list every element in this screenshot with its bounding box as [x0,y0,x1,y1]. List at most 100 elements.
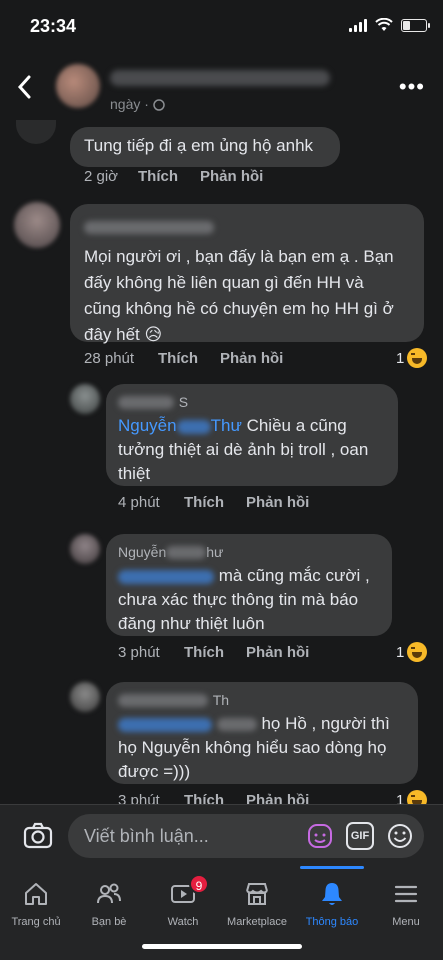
reaction-count[interactable]: 1 [396,790,428,805]
comment-line: chưa xác thực thông tin mà báo [118,590,359,609]
mention-redacted[interactable] [118,717,212,732]
reply-button[interactable]: Phản hồi [246,792,309,804]
commenter-avatar[interactable] [70,682,100,712]
tab-friends[interactable]: Bạn bè [73,866,145,936]
tab-label: Thông báo [305,916,359,928]
commenter-name-redacted[interactable] [84,221,214,235]
comment-time: 2 giờ [84,168,119,185]
post-time-text: ngày · [110,96,149,112]
comment-line: đấy không hề liên quan gì đến HH và [84,273,364,292]
haha-reaction-icon [407,642,428,662]
commenter-name-tail: Th [212,692,230,708]
battery-level [403,20,410,30]
commenter-avatar[interactable] [14,202,60,248]
reply-comment: Nguyễn hư mà cũng mắc cười , chưa xác thự… [0,532,443,668]
like-button[interactable]: Thích [138,168,200,185]
comment-composer: Viết bình luận... GIF [0,804,443,866]
gif-button[interactable]: GIF [346,822,374,850]
tab-label: Marketplace [227,916,287,928]
back-button[interactable] [16,74,42,104]
comments-list: Tung tiếp đi ạ em ủng hộ anhk 2 giờ Thíc… [0,120,443,804]
comment-line: Mọi người ơi , bạn đấy là bạn em ạ . Bạn [84,247,394,266]
menu-icon [394,885,418,903]
comment-time: 28 phút [84,350,135,367]
comment-actions: 2 giờ Thích Phản hồi [84,168,263,185]
comment: Tung tiếp đi ạ em ủng hộ anhk 2 giờ Thíc… [0,120,443,190]
comment-bubble: Tung tiếp đi ạ em ủng hộ anhk [70,127,340,167]
reply-comment: Th họ Hồ , người thì họ Nguyễn không hiể… [0,680,443,804]
bell-icon [322,883,342,905]
haha-reaction-icon [407,790,428,804]
like-button[interactable]: Thích [184,644,246,661]
avatar-sticker-icon[interactable] [306,822,334,850]
comment-line: tưởng thiệt ai dè ảnh bị troll , oan [118,440,369,459]
reply-button[interactable]: Phản hồi [246,494,309,511]
mention-redacted[interactable] [118,569,214,584]
comment-input[interactable]: Viết bình luận... GIF [68,814,424,858]
tab-notifications[interactable]: Thông báo [296,866,368,936]
reaction-count[interactable]: 1 [396,642,428,662]
reaction-count-number: 1 [396,791,405,805]
comment-text: họ Hồ , người thì [261,714,390,733]
comment-line: đăng như thiệt luôn [118,614,265,633]
comment-bubble: Mọi người ơi , bạn đấy là bạn em ạ . Bạn… [70,204,424,344]
tab-label: Bạn bè [91,916,127,928]
wifi-icon [375,18,393,31]
reply-button[interactable]: Phản hồi [246,644,309,661]
cellular-signal-icon [349,18,367,32]
emoji-icon[interactable] [386,822,414,850]
commenter-name-visible: Nguyễn [118,544,167,560]
text-redacted [216,718,257,732]
tab-home[interactable]: Trang chủ [0,866,72,936]
status-bar: 23:34 [0,0,443,52]
reply-button[interactable]: Phản hồi [220,350,283,367]
comment-bubble: S Nguyễn Thư Chiều a cũng tưởng thiệt ai … [106,384,398,486]
comment-time: 3 phút [118,792,160,804]
globe-icon [153,99,165,112]
comment: Mọi người ơi , bạn đấy là bạn em ạ . Bạn… [0,202,443,372]
mention-link[interactable]: Nguyễn [118,416,177,435]
commenter-avatar[interactable] [70,534,100,564]
commenter-avatar[interactable] [70,384,100,414]
like-button[interactable]: Thích [158,350,220,367]
home-icon [25,883,47,905]
like-button[interactable]: Thích [184,494,246,511]
comment-time: 3 phút [118,644,160,661]
reaction-count-number: 1 [396,349,405,367]
comment-input-placeholder: Viết bình luận... [84,826,209,846]
status-icons [349,18,430,32]
comment-text: mà cũng mắc cười , [218,566,370,585]
mention-link[interactable]: Thư [211,416,242,435]
comment-time: 4 phút [118,494,160,511]
comment-bubble: Th họ Hồ , người thì họ Nguyễn không hiể… [106,682,418,784]
friends-icon [97,883,121,904]
tab-watch[interactable]: 9 Watch [147,866,219,936]
comment-actions: 4 phút Thích Phản hồi [118,494,309,511]
commenter-name-redacted[interactable] [118,694,208,708]
commenter-name-redacted[interactable] [166,546,207,560]
home-indicator [142,944,302,949]
reply-comment: S Nguyễn Thư Chiều a cũng tưởng thiệt ai … [0,382,443,518]
tab-marketplace[interactable]: Marketplace [221,866,293,936]
more-options-button[interactable]: ••• [399,74,425,100]
like-button[interactable]: Thích [184,792,246,804]
chevron-left-icon [17,75,31,99]
commenter-name-redacted[interactable] [118,396,174,410]
author-name-redacted[interactable] [110,70,330,86]
haha-reaction-icon [407,348,428,368]
tab-menu[interactable]: Menu [370,866,442,936]
comment-line: đây hết 😥 [84,325,163,344]
reply-button[interactable]: Phản hồi [200,168,263,185]
comment-line: họ Nguyễn không hiểu sao dòng họ [118,738,387,757]
tab-label: Menu [392,916,420,928]
comment-actions: 28 phút Thích Phản hồi [84,350,283,367]
post-header: ngày · ••• [0,56,443,128]
post-time: ngày · [110,96,165,112]
tab-label: Watch [167,916,199,928]
camera-icon[interactable] [22,820,54,852]
commenter-avatar[interactable] [16,120,56,144]
battery-icon [401,18,430,32]
comment-actions: 3 phút Thích Phản hồi [118,644,309,661]
author-avatar[interactable] [56,64,100,108]
reaction-count[interactable]: 1 [396,348,428,368]
